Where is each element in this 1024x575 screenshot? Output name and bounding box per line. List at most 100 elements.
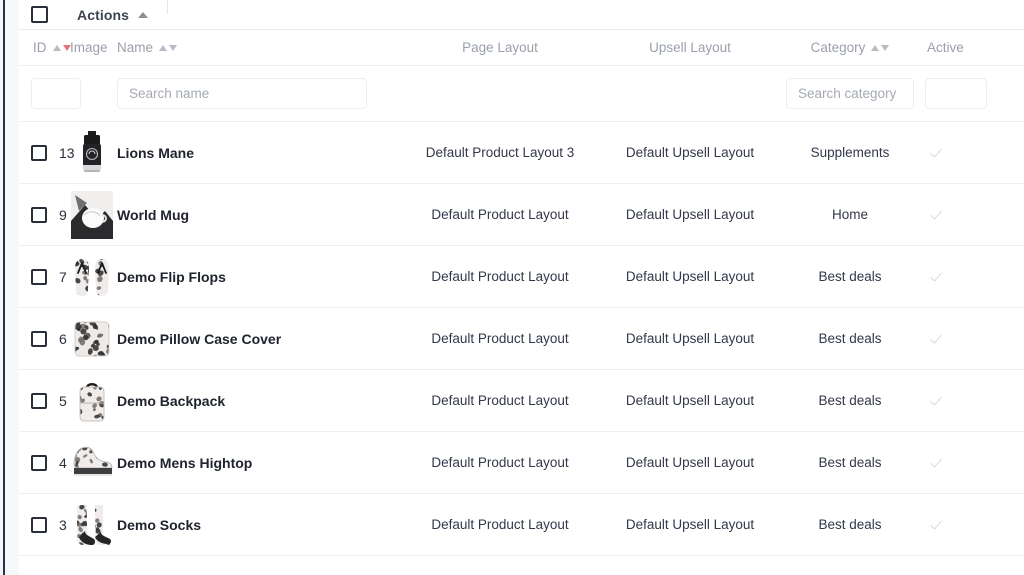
row-cell-active (915, 517, 1024, 532)
active-check-icon (929, 269, 944, 284)
row-cell-id: 13 (19, 144, 75, 161)
active-check-icon (929, 455, 944, 470)
row-cell-upsell-layout: Default Upsell Layout (625, 145, 755, 160)
row-cell-active (915, 393, 1024, 408)
row-cell-name[interactable]: Demo Flip Flops (115, 269, 405, 285)
product-list-page: Actions ID Image Name Page Layout Upsell… (0, 0, 1024, 575)
row-select-checkbox[interactable] (31, 330, 47, 347)
filter-input-category[interactable] (786, 78, 914, 109)
row-cell-id: 5 (19, 392, 67, 409)
caret-up-icon[interactable] (138, 11, 149, 18)
table-body: 13 Lions Mane Default Product Layout 3 D… (19, 122, 1024, 556)
row-cell-upsell-layout: Default Upsell Layout (625, 269, 755, 284)
row-cell-image (66, 377, 115, 425)
row-cell-active (915, 455, 1024, 470)
sort-asc-icon[interactable] (52, 44, 61, 51)
column-header-id-label: ID (33, 40, 47, 55)
column-header-page-layout-label: Page Layout (462, 40, 538, 55)
row-cell-id: 9 (19, 206, 67, 223)
active-check-icon (929, 145, 944, 160)
row-cell-name[interactable]: World Mug (115, 207, 405, 223)
filter-cell-name (115, 78, 405, 109)
row-cell-page-layout: Default Product Layout (431, 331, 569, 346)
row-cell-category: Best deals (818, 269, 882, 284)
row-select-checkbox[interactable] (31, 454, 47, 471)
row-cell-active (915, 331, 1024, 346)
table-filter-row (19, 66, 1024, 122)
row-select-checkbox[interactable] (31, 516, 47, 533)
row-cell-category: Best deals (818, 455, 882, 470)
left-accent-rail (3, 0, 5, 575)
table-actions-bar: Actions (19, 0, 1024, 30)
column-header-image-label: Image (70, 40, 108, 55)
actions-menu-label[interactable]: Actions (77, 7, 129, 23)
active-check-icon (929, 393, 944, 408)
mug-thumbnail (70, 190, 113, 239)
row-cell-category: Supplements (810, 145, 890, 160)
column-header-upsell-layout: Upsell Layout (595, 40, 785, 55)
sort-desc-icon[interactable] (881, 44, 890, 51)
row-cell-category: Best deals (818, 517, 882, 532)
column-header-id[interactable]: ID (19, 40, 71, 55)
row-cell-upsell-layout: Default Upsell Layout (625, 331, 755, 346)
sort-toggle-name[interactable] (159, 44, 178, 51)
row-cell-id: 7 (19, 268, 67, 285)
page-left-padding (5, 0, 19, 575)
row-cell-id: 4 (19, 454, 67, 471)
column-header-category-label: Category (810, 40, 866, 55)
row-cell-active (915, 145, 1024, 160)
row-select-checkbox[interactable] (31, 144, 47, 161)
table-row[interactable]: 13 Lions Mane Default Product Layout 3 D… (19, 122, 1024, 184)
flip-flops-thumbnail (71, 253, 113, 301)
row-cell-upsell-layout: Default Upsell Layout (625, 207, 755, 222)
row-cell-name[interactable]: Demo Backpack (115, 393, 405, 409)
table-row[interactable]: 5 Demo Backpack Default Product Layout D… (19, 370, 1024, 432)
column-header-name[interactable]: Name (115, 40, 405, 55)
column-header-category[interactable]: Category (785, 40, 915, 55)
filter-cell-id (19, 78, 81, 109)
row-select-checkbox[interactable] (31, 268, 47, 285)
column-header-active-label: Active (927, 40, 964, 55)
row-cell-name[interactable]: Lions Mane (115, 145, 405, 161)
row-cell-image (66, 190, 115, 239)
table-row[interactable]: 4 Demo Mens Hightop Default Product Layo… (19, 432, 1024, 494)
sort-toggle-category[interactable] (871, 44, 890, 51)
row-cell-category: Home (831, 207, 868, 222)
row-cell-active (915, 269, 1024, 284)
row-cell-name[interactable]: Demo Socks (115, 517, 405, 533)
sort-desc-icon[interactable] (169, 44, 178, 51)
row-cell-upsell-layout: Default Upsell Layout (625, 393, 755, 408)
row-cell-category: Best deals (818, 393, 882, 408)
filter-input-id[interactable] (31, 78, 81, 109)
column-header-name-label: Name (117, 40, 154, 55)
select-all-checkbox[interactable] (31, 6, 48, 23)
table-row[interactable]: 7 Demo Flip Flops Default Product Layout… (19, 246, 1024, 308)
row-cell-page-layout: Default Product Layout (431, 393, 569, 408)
filter-input-name[interactable] (117, 78, 367, 109)
filter-input-active[interactable] (925, 78, 987, 109)
sort-asc-icon[interactable] (871, 44, 880, 51)
backpack-thumbnail (71, 377, 113, 425)
hightop-shoe-thumbnail (71, 439, 113, 487)
pillow-thumbnail (71, 315, 113, 363)
column-header-active: Active (915, 40, 1024, 55)
column-header-page-layout: Page Layout (405, 40, 595, 55)
active-check-icon (929, 517, 944, 532)
row-select-checkbox[interactable] (31, 392, 47, 409)
row-cell-name[interactable]: Demo Pillow Case Cover (115, 331, 405, 347)
filter-cell-active (915, 78, 1024, 109)
table-row[interactable]: 3 Demo Socks Default Product Layout Defa… (19, 494, 1024, 556)
row-cell-id: 6 (19, 330, 67, 347)
row-cell-page-layout: Default Product Layout (431, 455, 569, 470)
supplement-bottle-thumbnail (71, 129, 113, 177)
row-cell-name[interactable]: Demo Mens Hightop (115, 455, 405, 471)
table-row[interactable]: 6 Demo Pillow Case Cover Default Product… (19, 308, 1024, 370)
sort-asc-icon[interactable] (159, 44, 168, 51)
row-cell-page-layout: Default Product Layout (431, 517, 569, 532)
row-select-checkbox[interactable] (31, 206, 47, 223)
row-cell-active (915, 207, 1024, 222)
column-header-upsell-layout-label: Upsell Layout (649, 40, 731, 55)
table-row[interactable]: 9 World Mug Default Product Layout Defau… (19, 184, 1024, 246)
active-check-icon (929, 331, 944, 346)
row-cell-image (66, 315, 115, 363)
